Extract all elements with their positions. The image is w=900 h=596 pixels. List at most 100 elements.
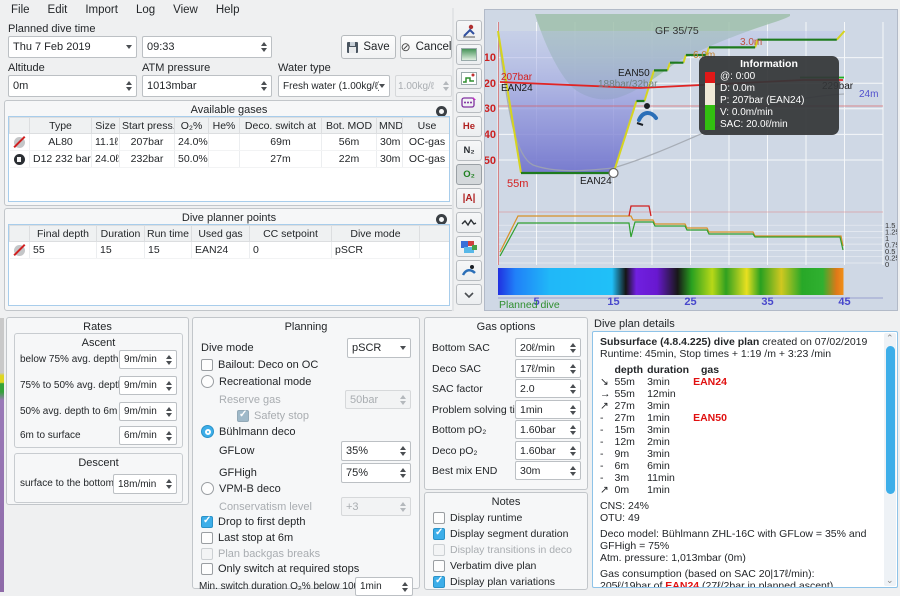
altitude-spinner[interactable]: 0m (8, 75, 137, 97)
spin-up-icon[interactable] (261, 81, 267, 85)
ambient-pressure-icon[interactable]: |A| (456, 188, 482, 209)
col-run-time[interactable]: Run time (145, 226, 192, 242)
drop-first-depth-checkbox-row[interactable]: Drop to first depth (201, 516, 305, 528)
atm-pressure-spinner[interactable]: 1013mbar (142, 75, 272, 97)
ascent-rate-spinner[interactable]: 6m/min (119, 426, 177, 445)
display-segment-duration-checkbox-row[interactable]: Display segment duration (433, 528, 568, 540)
menu-help[interactable]: Help (207, 1, 249, 19)
date-select[interactable]: Thu 7 Feb 2019 (8, 36, 137, 58)
checkbox[interactable] (433, 560, 445, 572)
dive-plan-details-box[interactable]: Subsurface (4.8.4.225) dive plan created… (592, 331, 898, 588)
bottom-po2-spinner[interactable]: 1.60bar (515, 420, 581, 439)
deco-po2-spinner[interactable]: 1.60bar (515, 441, 581, 460)
disabled-cylinder-icon[interactable] (14, 137, 25, 148)
col-bot-mod[interactable]: Bot. MOD (322, 118, 377, 134)
spin-down-icon[interactable] (261, 48, 267, 52)
gflow-spinner[interactable]: 35% (341, 441, 411, 461)
last-stop-checkbox-row[interactable]: Last stop at 6m (201, 532, 293, 544)
only-switch-checkbox-row[interactable]: Only switch at required stops (201, 563, 359, 575)
checkbox[interactable] (201, 516, 213, 528)
col-deco-switch[interactable]: Deco. switch at (240, 118, 322, 134)
menu-import[interactable]: Import (76, 1, 127, 19)
panel-divider[interactable] (452, 8, 454, 311)
radio[interactable] (201, 375, 214, 388)
diver-icon[interactable] (456, 260, 482, 281)
spin-up-icon[interactable] (126, 81, 132, 85)
scroll-down-icon[interactable]: ⌄ (886, 575, 894, 586)
bottom-sac-spinner[interactable]: 20ℓ/min (515, 338, 581, 357)
best-mix-end-spinner[interactable]: 30m (515, 461, 581, 480)
gases-header-row: Type Size Start press. O₂% He% Deco. swi… (10, 118, 451, 134)
col-used-gas[interactable]: Used gas (192, 226, 250, 242)
water-type-select[interactable]: Fresh water (1.00kg/ℓ) (278, 75, 390, 97)
col-size[interactable]: Size (92, 118, 120, 134)
ascent-rate-spinner[interactable]: 9m/min (119, 376, 177, 395)
menu-log[interactable]: Log (127, 1, 164, 19)
dive-profile-chart[interactable]: 10 20 30 40 50 5 15 25 35 45 1.5 1.25 1 … (484, 9, 898, 311)
col-duration[interactable]: Duration (97, 226, 145, 242)
ascent-rate-spinner[interactable]: 9m/min (119, 402, 177, 421)
calculated-ceiling-icon[interactable] (456, 68, 482, 89)
gas-row[interactable]: D12 232 bar 24.0ℓ 232bar 50.0% 27m 22m 3… (10, 151, 451, 168)
problem-time-spinner[interactable]: 1min (515, 400, 581, 419)
col-final-depth[interactable]: Final depth (30, 226, 97, 242)
ascent-rate-spinner[interactable]: 9m/min (119, 350, 177, 369)
bailout-checkbox-row[interactable]: Bailout: Deco on OC (201, 359, 318, 371)
gas-row[interactable]: AL80 11.1ℓ 207bar 24.0% 69m 56m 30m OC-g… (10, 134, 451, 151)
verbatim-plan-checkbox-row[interactable]: Verbatim dive plan (433, 560, 536, 572)
col-dive-mode[interactable]: Dive mode (332, 226, 420, 242)
menu-edit[interactable]: Edit (39, 1, 77, 19)
scrollbar[interactable]: ⌃ ⌄ (884, 333, 896, 586)
radio[interactable] (201, 482, 214, 495)
deco-sac-spinner[interactable]: 17ℓ/min (515, 359, 581, 378)
radio[interactable] (201, 425, 214, 438)
descent-rate-spinner[interactable]: 18m/min (113, 474, 177, 494)
checkbox[interactable] (201, 359, 213, 371)
spin-down-icon[interactable] (126, 87, 132, 91)
checkbox[interactable] (433, 528, 445, 540)
trash-icon[interactable] (14, 154, 25, 165)
planner-point-row[interactable]: 55 15 15 EAN24 0 pSCR (10, 242, 451, 259)
sac-factor-spinner[interactable]: 2.0 (515, 379, 581, 398)
figure-icon[interactable] (456, 20, 482, 41)
col-o2[interactable]: O₂% (175, 118, 209, 134)
col-start-press[interactable]: Start press. (120, 118, 175, 134)
tissue-heatmap-icon[interactable] (456, 236, 482, 257)
display-runtime-checkbox-row[interactable]: Display runtime (433, 512, 522, 524)
menu-view[interactable]: View (164, 1, 207, 19)
col-he[interactable]: He% (209, 118, 240, 134)
checkbox[interactable] (201, 563, 213, 575)
display-variations-checkbox-row[interactable]: Display plan variations (433, 576, 555, 588)
best-mix-end-label: Best mix END (432, 465, 497, 477)
tissues-icon[interactable] (456, 92, 482, 113)
time-spinner[interactable]: 09:33 (142, 36, 272, 58)
cancel-button[interactable]: ⊘ Cancel (400, 35, 452, 59)
vpmb-radio-row[interactable]: VPM-B deco (201, 482, 281, 495)
checkbox[interactable] (201, 532, 213, 544)
dive-mode-select[interactable]: pSCR (347, 338, 411, 358)
buhlmann-radio-row[interactable]: Bühlmann deco (201, 425, 295, 438)
nitrogen-icon[interactable]: N₂ (456, 140, 482, 161)
spin-up-icon[interactable] (261, 42, 267, 46)
spin-down-icon[interactable] (261, 87, 267, 91)
oxygen-icon[interactable]: O₂ (456, 164, 482, 185)
col-use[interactable]: Use (403, 118, 451, 134)
save-button[interactable]: Save (341, 35, 396, 59)
collapse-chevron-icon[interactable] (456, 284, 482, 305)
gfhigh-spinner[interactable]: 75% (341, 463, 411, 483)
helium-icon[interactable]: He (456, 116, 482, 137)
menu-file[interactable]: File (2, 1, 39, 19)
scroll-up-icon[interactable]: ⌃ (886, 333, 894, 344)
recreational-radio-row[interactable]: Recreational mode (201, 375, 311, 388)
heartrate-icon[interactable] (456, 212, 482, 233)
ceiling-gradient-icon[interactable] (456, 44, 482, 65)
min-switch-spinner[interactable]: 1min (355, 577, 413, 596)
disabled-cylinder-icon[interactable] (14, 245, 25, 256)
scrollbar-thumb[interactable] (886, 346, 895, 494)
svg-text:30: 30 (485, 103, 496, 115)
col-mnd[interactable]: MND (377, 118, 403, 134)
checkbox[interactable] (433, 576, 445, 588)
col-cc-setpoint[interactable]: CC setpoint (250, 226, 332, 242)
col-type[interactable]: Type (30, 118, 92, 134)
checkbox[interactable] (433, 512, 445, 524)
